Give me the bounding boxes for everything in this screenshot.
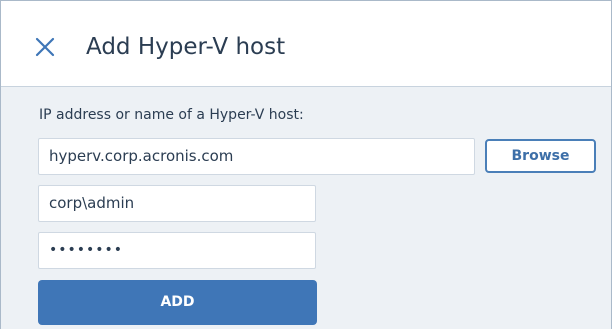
- password-input[interactable]: ••••••••: [38, 232, 316, 269]
- host-input[interactable]: hyperv.corp.acronis.com: [38, 138, 475, 175]
- dialog-body: IP address or name of a Hyper-V host: hy…: [1, 87, 611, 329]
- dialog-header: Add Hyper-V host: [1, 1, 611, 87]
- browse-button[interactable]: Browse: [485, 139, 596, 173]
- close-icon[interactable]: [34, 36, 56, 58]
- add-button[interactable]: ADD: [38, 280, 317, 325]
- host-field-label: IP address or name of a Hyper-V host:: [39, 107, 304, 123]
- add-hyperv-host-dialog: Add Hyper-V host IP address or name of a…: [0, 0, 612, 329]
- username-input[interactable]: corp\admin: [38, 185, 316, 222]
- dialog-title: Add Hyper-V host: [86, 34, 286, 60]
